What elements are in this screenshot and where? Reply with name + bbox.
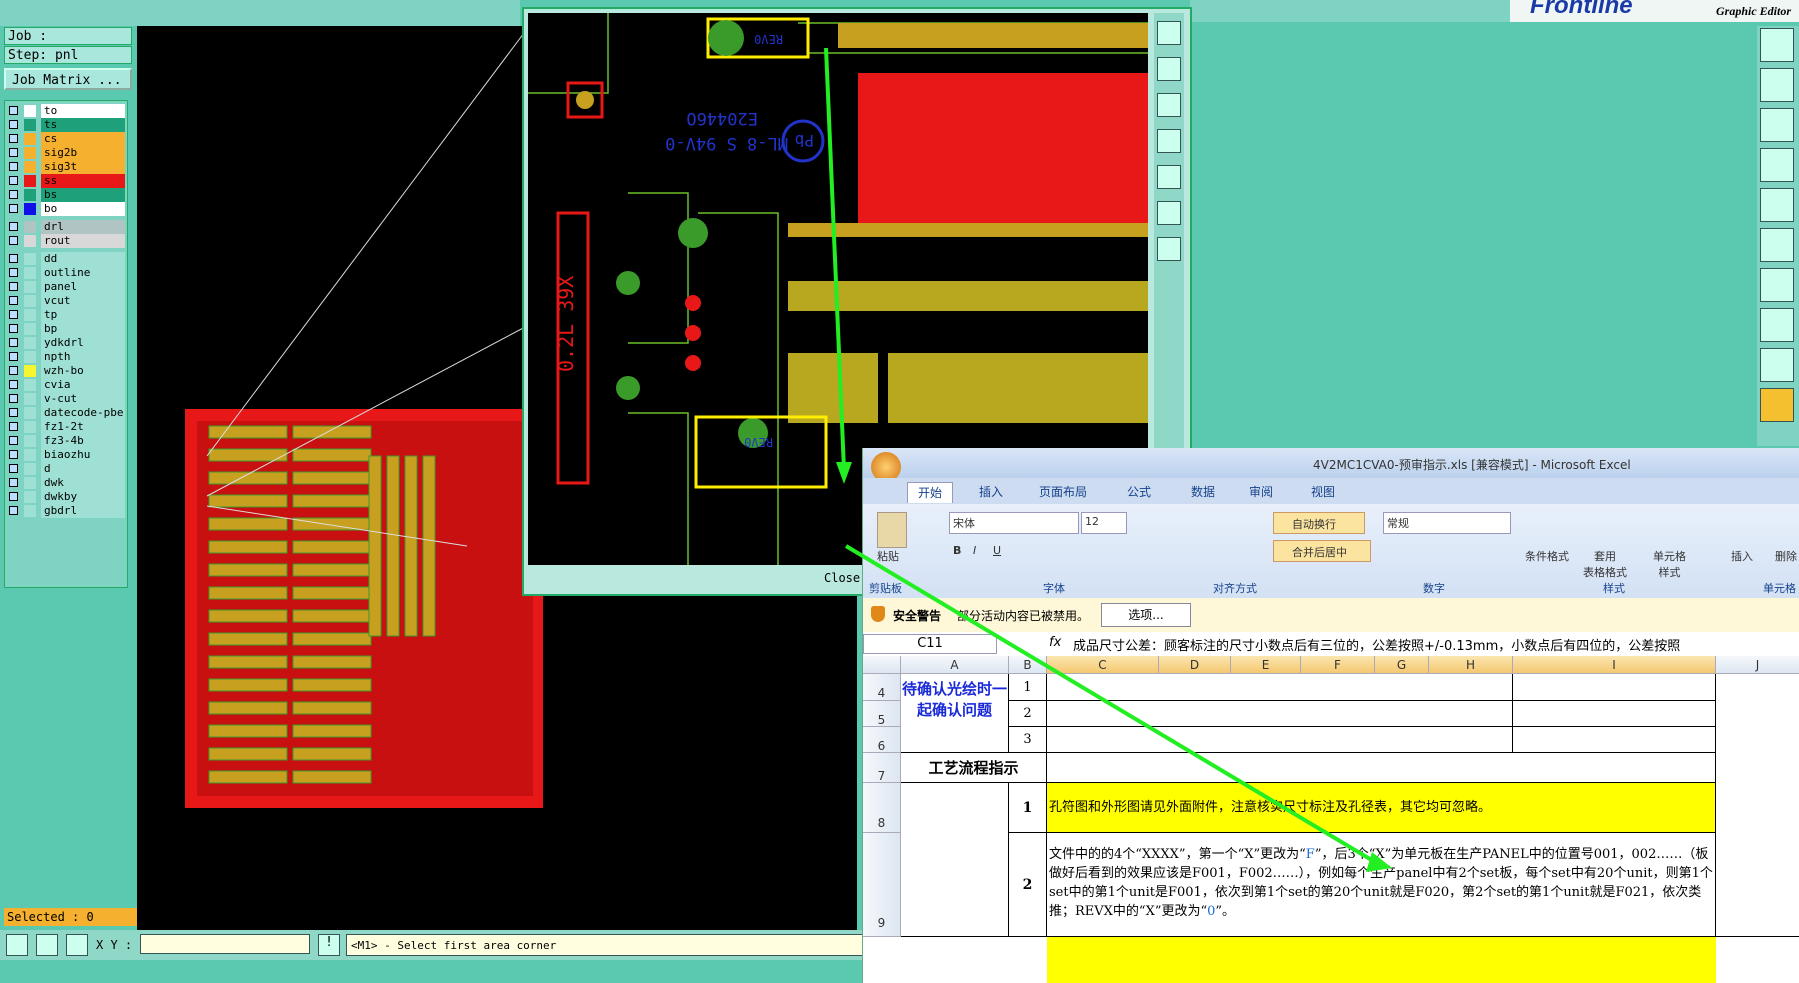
annotation-arrows bbox=[824, 47, 1392, 872]
arrow-head bbox=[1366, 852, 1392, 872]
arrow-head bbox=[836, 462, 852, 484]
green-arrow bbox=[824, 47, 846, 471]
green-arrow bbox=[844, 544, 1382, 867]
